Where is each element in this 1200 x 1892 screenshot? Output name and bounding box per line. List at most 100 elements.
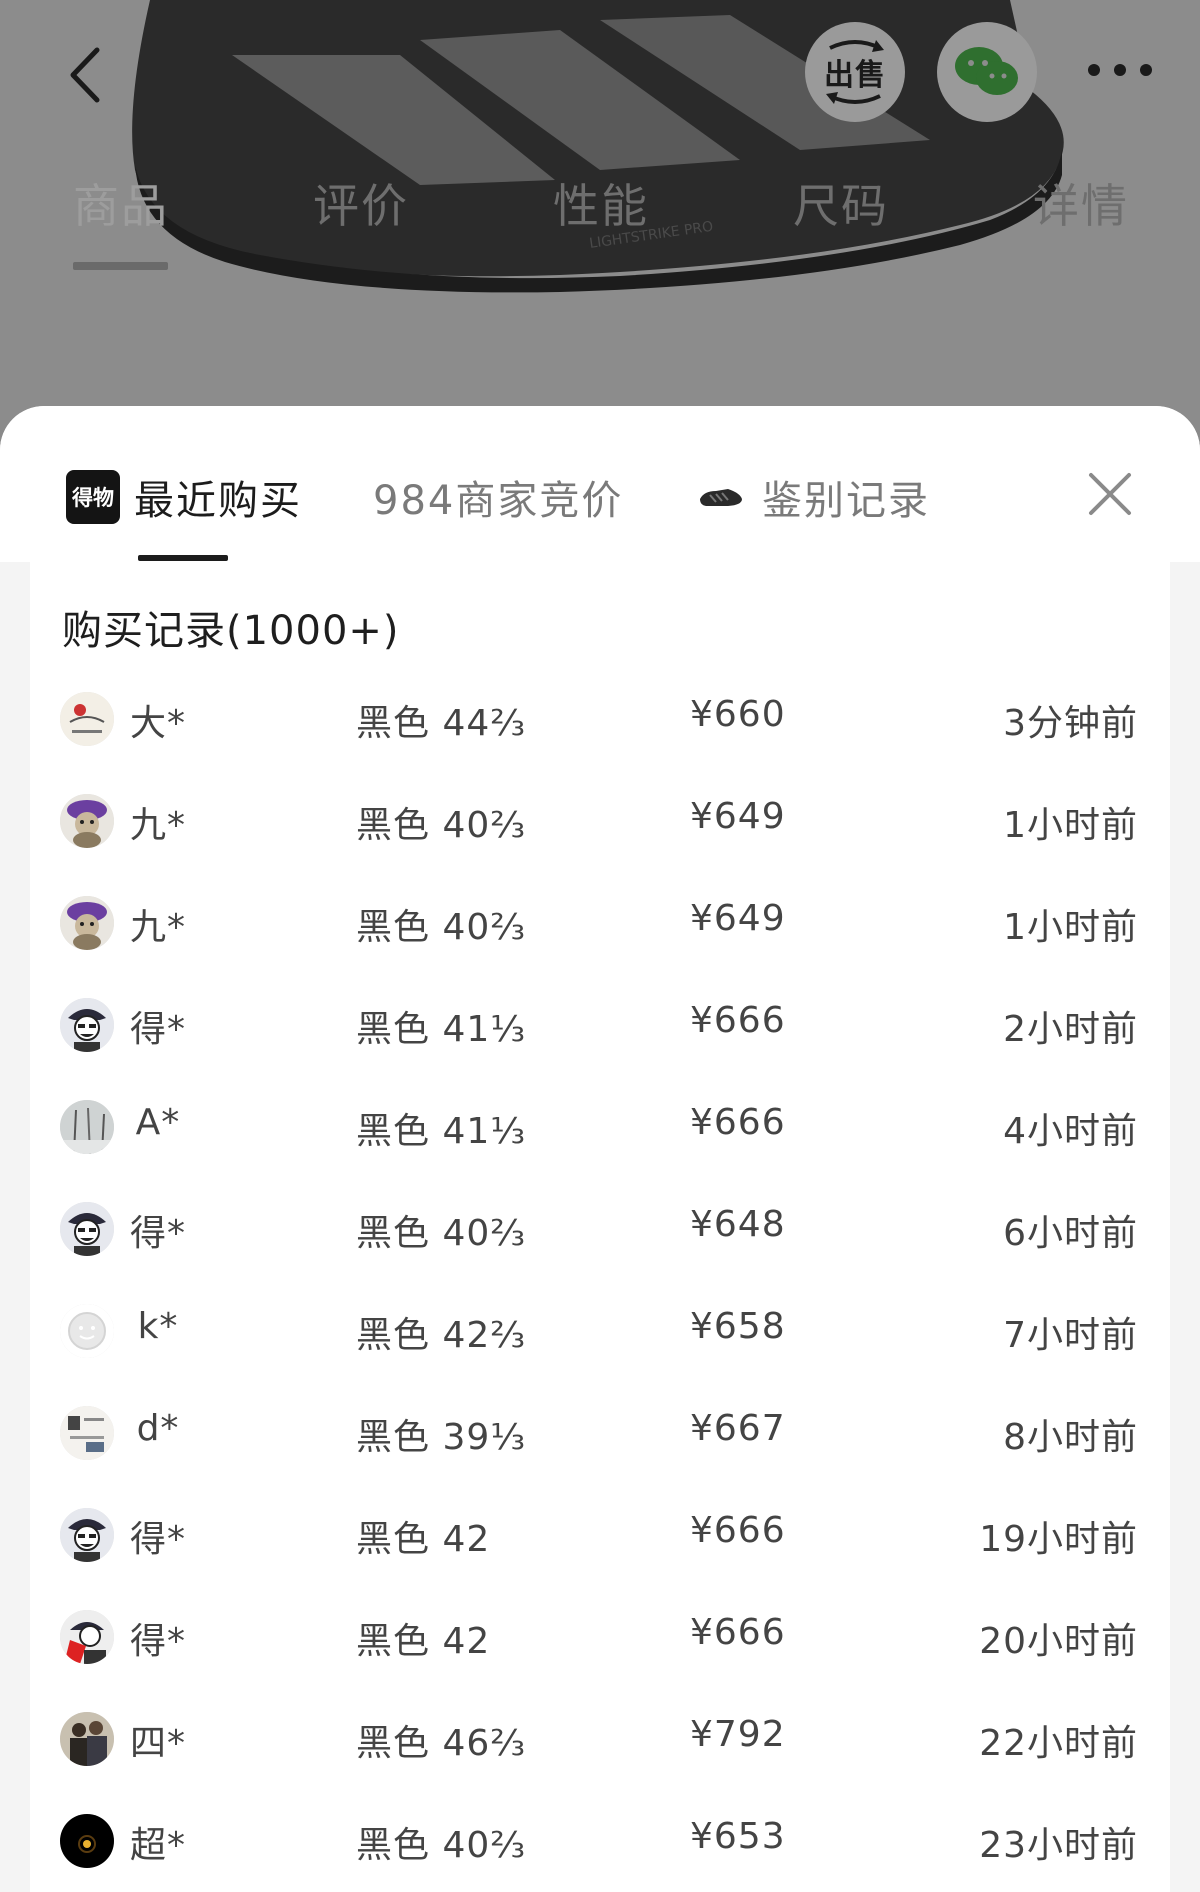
buyer-name: 得* [129, 1213, 186, 1254]
sheet-tabs: 得物 最近购买 984商家竞价 鉴别记录 [0, 406, 1200, 562]
item-spec: 黑色 41⅓ [356, 1111, 527, 1152]
purchase-time: 1小时前 [1003, 805, 1138, 846]
item-price: ¥666 [690, 1612, 786, 1653]
item-spec: 黑色 42 [356, 1621, 491, 1662]
buyer-name: 超* [129, 1825, 186, 1866]
more-button[interactable] [1080, 45, 1160, 95]
tab-size[interactable]: 尺码 [793, 170, 889, 236]
item-spec: 黑色 42 [356, 1519, 491, 1560]
item-price: ¥649 [690, 898, 786, 939]
purchase-record-row: 得* 黑色 41⅓ ¥666 2小时前 [30, 974, 1170, 1076]
close-button[interactable] [1084, 468, 1136, 520]
buyer-name: d* [136, 1408, 180, 1449]
avatar [60, 1712, 114, 1766]
purchase-time: 8小时前 [1003, 1417, 1138, 1458]
purchase-record-row: A* 黑色 41⅓ ¥666 4小时前 [30, 1076, 1170, 1178]
avatar [60, 692, 114, 746]
item-price: ¥648 [690, 1204, 786, 1245]
sell-button[interactable]: 出售 [805, 22, 905, 122]
item-price: ¥658 [690, 1306, 786, 1347]
purchase-records-card: 购买记录(1000+) 大* 黑色 44⅔ ¥660 3分钟前九* 黑色 40⅔ ¥649… [30, 562, 1170, 1892]
item-spec: 黑色 46⅔ [356, 1723, 527, 1764]
avatar [60, 1202, 114, 1256]
buyer-name: 得* [129, 1621, 186, 1662]
item-spec: 黑色 40⅔ [356, 805, 527, 846]
purchase-time: 2小时前 [1003, 1009, 1138, 1050]
buyer-name: k* [137, 1306, 179, 1347]
tab-auth-label: 鉴别记录 [762, 478, 930, 524]
buyer-name: 大* [129, 703, 186, 744]
purchase-record-row: 四* 黑色 46⅔ ¥792 22小时前 [30, 1688, 1170, 1790]
item-price: ¥666 [690, 1510, 786, 1551]
item-spec: 黑色 41⅓ [356, 1009, 527, 1050]
purchase-sheet: 得物 最近购买 984商家竞价 鉴别记录 购买记录(1000+) 大* 黑色 44… [0, 406, 1200, 1892]
buyer-name: A* [135, 1102, 181, 1143]
item-spec: 黑色 39⅓ [356, 1417, 527, 1458]
close-icon [1089, 473, 1131, 515]
shoe-mini-icon [700, 489, 742, 506]
product-tabs: 商品 评价 性能 尺码 详情 [0, 170, 1200, 280]
tab-bids-label: 984商家竞价 [373, 478, 624, 524]
dewu-logo-icon: 得物 [66, 470, 120, 524]
tab-details[interactable]: 详情 [1033, 170, 1129, 236]
wechat-icon [955, 47, 1018, 95]
item-spec: 黑色 44⅔ [356, 703, 527, 744]
sell-label: 出售 [824, 58, 886, 93]
tab-recent-label: 最近购买 [134, 478, 302, 524]
more-dots-icon [1088, 64, 1152, 76]
back-button[interactable] [55, 40, 115, 110]
wechat-share-button[interactable] [937, 22, 1037, 122]
product-header: LIGHTSTRIKE PRO 出售 商品 评价 性能 尺码 详情 [0, 0, 1200, 420]
buyer-name: 九* [129, 805, 186, 846]
purchase-record-row: 九* 黑色 40⅔ ¥649 1小时前 [30, 770, 1170, 872]
item-spec: 黑色 40⅔ [356, 1825, 527, 1866]
item-spec: 黑色 40⅔ [356, 1213, 527, 1254]
purchase-record-row: 大* 黑色 44⅔ ¥660 3分钟前 [30, 668, 1170, 770]
purchase-record-row: k* 黑色 42⅔ ¥658 7小时前 [30, 1280, 1170, 1382]
buyer-name: 得* [129, 1009, 186, 1050]
chevron-left-icon [70, 47, 100, 103]
purchase-record-row: 得* 黑色 42 ¥666 20小时前 [30, 1586, 1170, 1688]
item-price: ¥653 [690, 1816, 786, 1857]
item-spec: 黑色 40⅔ [356, 907, 527, 948]
product-tab-indicator [73, 262, 168, 270]
tab-recent-purchases[interactable]: 得物 最近购买 [66, 462, 302, 532]
buyer-name: 九* [129, 907, 186, 948]
sheet-tab-indicator [138, 555, 228, 561]
purchase-time: 23小时前 [979, 1825, 1138, 1866]
buyer-name: 得* [129, 1519, 186, 1560]
purchase-record-row: d* 黑色 39⅓ ¥667 8小时前 [30, 1382, 1170, 1484]
tab-reviews[interactable]: 评价 [313, 170, 409, 236]
records-title: 购买记录(1000+) [62, 608, 400, 654]
item-spec: 黑色 42⅔ [356, 1315, 527, 1356]
tab-merchant-bids[interactable]: 984商家竞价 [373, 462, 623, 532]
avatar [60, 794, 114, 848]
avatar [60, 1304, 114, 1358]
purchase-record-row: 得* 黑色 42 ¥666 19小时前 [30, 1484, 1170, 1586]
tab-performance[interactable]: 性能 [553, 170, 649, 236]
item-price: ¥792 [690, 1714, 786, 1755]
avatar [60, 998, 114, 1052]
purchase-record-row: 得* 黑色 40⅔ ¥648 6小时前 [30, 1178, 1170, 1280]
purchase-time: 3分钟前 [1003, 703, 1138, 744]
avatar [60, 896, 114, 950]
purchase-time: 22小时前 [979, 1723, 1138, 1764]
purchase-time: 6小时前 [1003, 1213, 1138, 1254]
buyer-name: 四* [129, 1723, 186, 1764]
tab-product[interactable]: 商品 [73, 170, 169, 236]
item-price: ¥666 [690, 1102, 786, 1143]
records-list: 大* 黑色 44⅔ ¥660 3分钟前 九* 黑色 40⅔ ¥649 1小时前 九* 黑色 40⅔… [30, 668, 1170, 1892]
purchase-time: 1小时前 [1003, 907, 1138, 948]
purchase-time: 4小时前 [1003, 1111, 1138, 1152]
purchase-time: 19小时前 [979, 1519, 1138, 1560]
avatar [60, 1406, 114, 1460]
tab-authentication-records[interactable]: 鉴别记录 [698, 462, 930, 532]
purchase-time: 20小时前 [979, 1621, 1138, 1662]
avatar [60, 1508, 114, 1562]
item-price: ¥667 [690, 1408, 786, 1449]
purchase-time: 7小时前 [1003, 1315, 1138, 1356]
item-price: ¥660 [690, 694, 786, 735]
item-price: ¥666 [690, 1000, 786, 1041]
avatar [60, 1100, 114, 1154]
avatar [60, 1610, 114, 1664]
